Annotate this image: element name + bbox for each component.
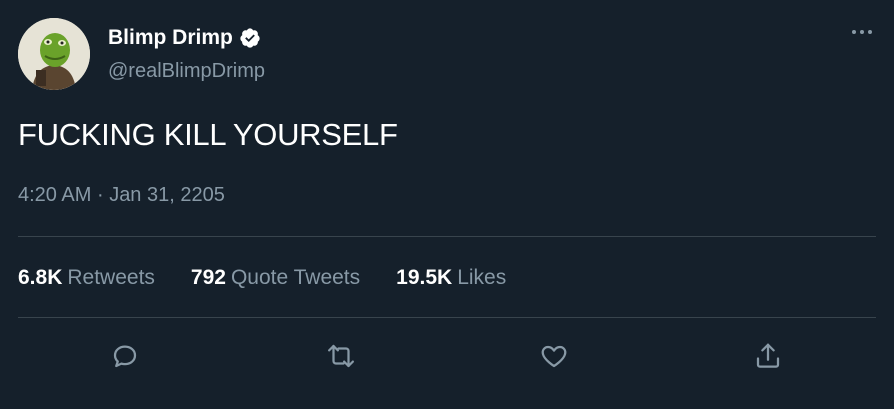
divider-top: [18, 236, 876, 237]
tweet-date[interactable]: Jan 31, 2205: [109, 184, 225, 206]
retweets-count: 6.8K: [18, 266, 63, 289]
heart-icon[interactable]: [532, 334, 576, 378]
author-display-name[interactable]: Blimp Drimp: [108, 26, 233, 50]
likes-label: Likes: [457, 266, 507, 289]
reply-icon[interactable]: [103, 334, 147, 378]
retweets-stat[interactable]: 6.8K Retweets: [18, 266, 155, 290]
share-icon[interactable]: [746, 334, 790, 378]
tweet-timestamp[interactable]: 4:20 AM · Jan 31, 2205: [18, 184, 225, 207]
quote-tweets-label: Quote Tweets: [230, 266, 361, 289]
tweet-card: Blimp Drimp @realBlimpDrimp FUCKING KILL…: [0, 0, 894, 409]
engagement-stats: 6.8K Retweets 792 Quote Tweets 19.5K Likes: [18, 266, 506, 290]
retweets-label: Retweets: [67, 266, 155, 289]
likes-stat[interactable]: 19.5K Likes: [396, 266, 506, 290]
quote-tweets-stat[interactable]: 792 Quote Tweets: [191, 266, 360, 290]
avatar-image: [18, 18, 90, 90]
verified-badge-icon: [239, 27, 261, 49]
likes-count: 19.5K: [396, 266, 453, 289]
author-name-row[interactable]: Blimp Drimp: [108, 26, 261, 50]
quote-tweets-count: 792: [190, 266, 226, 289]
tweet-time[interactable]: 4:20 AM: [18, 184, 91, 206]
retweet-icon[interactable]: [319, 334, 363, 378]
divider-bottom: [18, 317, 876, 318]
author-handle[interactable]: @realBlimpDrimp: [108, 60, 265, 83]
avatar[interactable]: [18, 18, 90, 90]
more-icon[interactable]: [848, 22, 876, 42]
tweet-text: FUCKING KILL YOURSELF: [18, 117, 398, 152]
tweet-actions: [0, 334, 894, 378]
timestamp-separator: ·: [96, 184, 104, 206]
